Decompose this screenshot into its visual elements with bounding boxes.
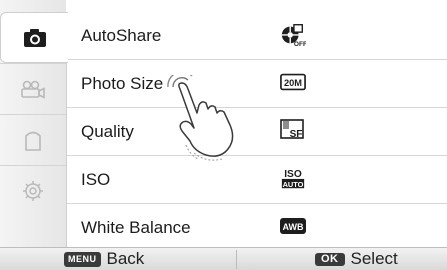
tab-settings[interactable]	[0, 165, 66, 216]
svg-text:ISO: ISO	[284, 169, 302, 180]
tab-video[interactable]	[0, 63, 66, 114]
quality-superfine-icon: SF	[280, 116, 306, 144]
autoshare-off-icon: OFF	[280, 20, 306, 48]
white-balance-auto-icon: AWB	[280, 212, 306, 240]
svg-text:OFF: OFF	[294, 41, 306, 48]
svg-text:AWB: AWB	[283, 222, 304, 232]
menu-label: Photo Size	[81, 74, 164, 93]
category-tabs	[0, 0, 68, 247]
svg-text:20M: 20M	[284, 78, 302, 88]
sound-icon	[22, 128, 44, 152]
menu-row-white-balance[interactable]: White Balance AWB	[67, 204, 447, 251]
photo-size-20m-icon: 20M	[280, 68, 306, 96]
menu-row-iso[interactable]: ISO ISO AUTO	[67, 156, 447, 203]
menu-label: ISO	[81, 170, 111, 189]
camera-settings-screen: AutoShare OFF Photo Size 20M Quality SF …	[0, 0, 447, 270]
tab-photo[interactable]	[0, 12, 68, 63]
menu-label: Quality	[81, 122, 134, 141]
select-button[interactable]: OK Select	[315, 248, 398, 270]
menu-label: AutoShare	[81, 26, 162, 45]
bottom-separator	[236, 250, 237, 269]
tab-sound[interactable]	[0, 114, 66, 165]
camera-icon	[23, 28, 47, 48]
video-camera-icon	[20, 79, 46, 99]
back-label: Back	[106, 249, 145, 268]
menu-row-photo-size[interactable]: Photo Size 20M	[67, 60, 447, 107]
select-label: Select	[350, 249, 398, 268]
bottom-bar: MENU Back OK Select	[0, 247, 447, 270]
back-button[interactable]: MENU Back	[64, 248, 144, 270]
menu-row-quality[interactable]: Quality SF	[67, 108, 447, 155]
menu-key-badge: MENU	[64, 251, 101, 267]
svg-text:AUTO: AUTO	[283, 180, 304, 189]
svg-text:SF: SF	[290, 129, 303, 140]
settings-menu: AutoShare OFF Photo Size 20M Quality SF …	[66, 12, 447, 247]
ok-key-badge: OK	[315, 252, 345, 266]
iso-auto-icon: ISO AUTO	[280, 164, 306, 192]
settings-icon	[21, 179, 45, 203]
menu-label: White Balance	[81, 218, 191, 237]
menu-row-autoshare[interactable]: AutoShare OFF	[67, 12, 447, 59]
